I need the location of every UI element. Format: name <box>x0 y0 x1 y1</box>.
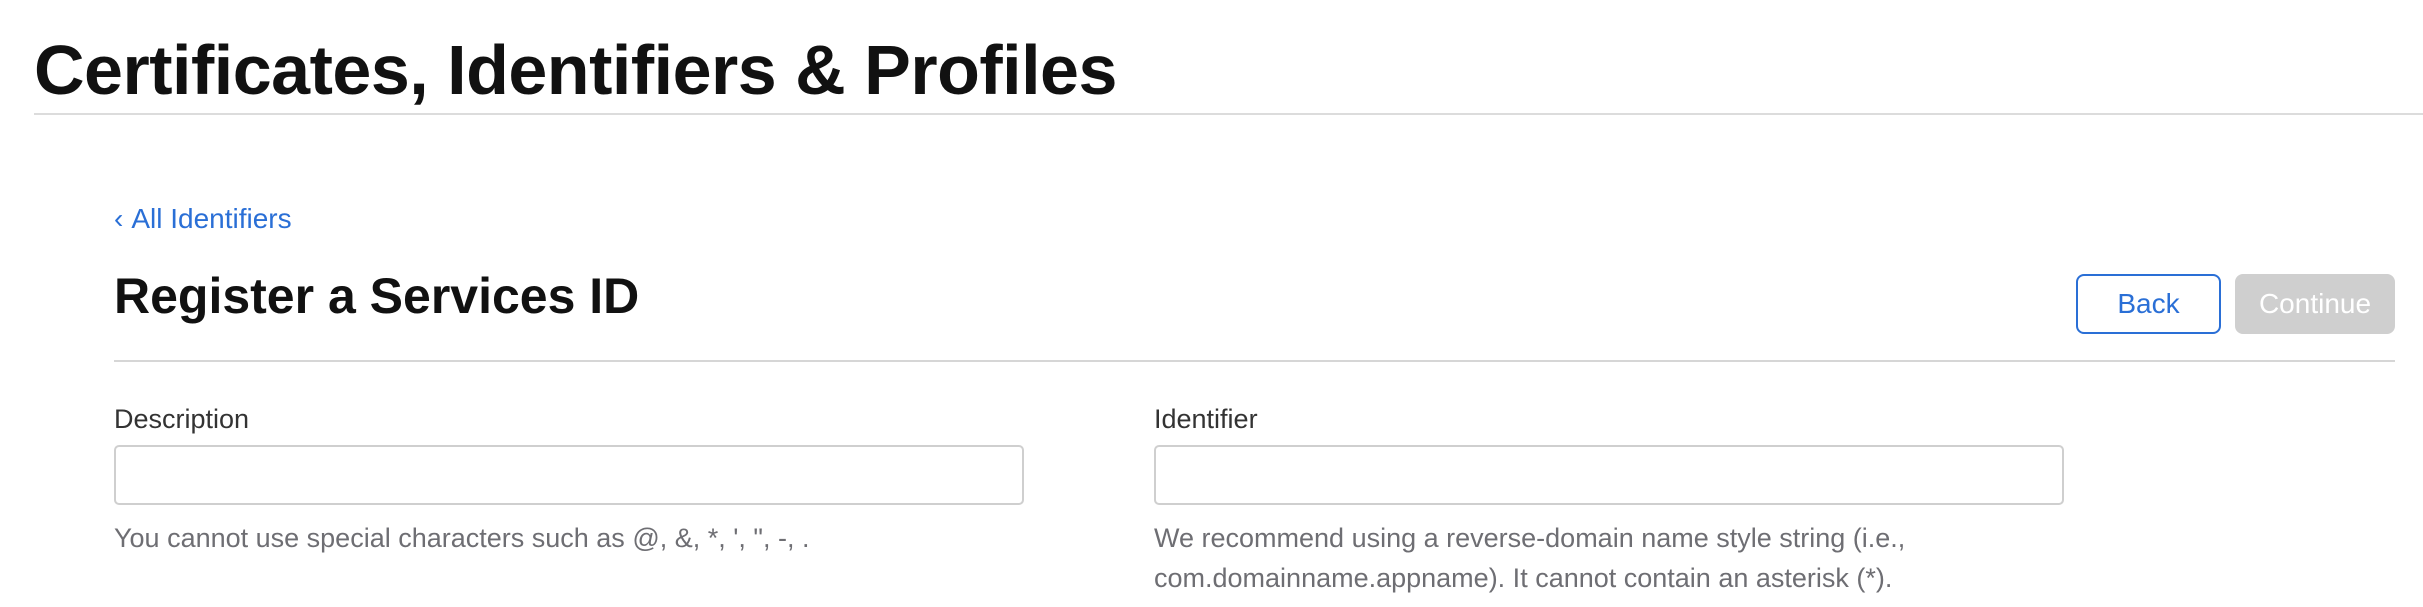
chevron-left-icon: ‹ <box>114 203 124 234</box>
section-divider <box>114 360 2395 362</box>
identifier-input[interactable] <box>1154 445 2064 505</box>
page-title: Certificates, Identifiers & Profiles <box>34 31 1117 109</box>
description-input[interactable] <box>114 445 1024 505</box>
back-button[interactable]: Back <box>2076 274 2221 334</box>
continue-button[interactable]: Continue <box>2235 274 2395 334</box>
description-help-text: You cannot use special characters such a… <box>114 523 810 553</box>
identifier-label: Identifier <box>1154 404 1258 434</box>
identifier-help-text: We recommend using a reverse-domain name… <box>1154 523 1906 593</box>
description-label: Description <box>114 404 250 434</box>
section-title: Register a Services ID <box>114 268 640 324</box>
all-identifiers-link[interactable]: ‹ All Identifiers <box>114 202 292 236</box>
page-header: Certificates, Identifiers & Profiles <box>34 28 2423 115</box>
all-identifiers-link-label: All Identifiers <box>131 203 292 234</box>
